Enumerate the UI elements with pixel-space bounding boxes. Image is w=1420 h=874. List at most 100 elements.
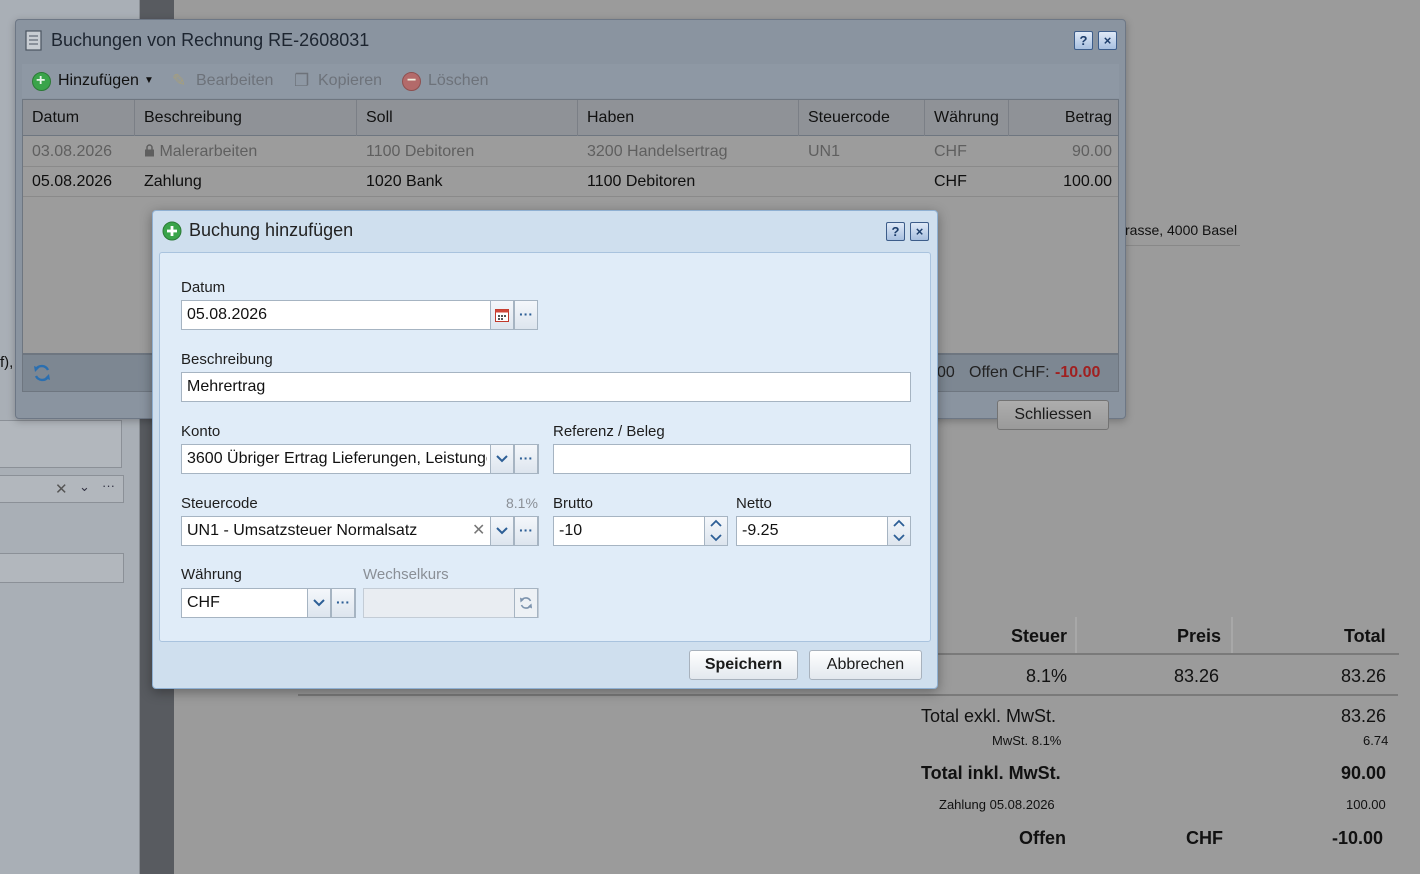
- more-icon: ···: [519, 306, 533, 322]
- netto-field[interactable]: -9.25: [736, 516, 911, 546]
- chevron-up-icon[interactable]: [893, 519, 905, 528]
- more-button[interactable]: ···: [514, 444, 538, 474]
- background-partial-text: f),: [0, 354, 14, 371]
- column-beschreibung[interactable]: Beschreibung: [135, 100, 357, 136]
- document-icon: [25, 30, 42, 51]
- mwst-label: MwSt. 8.1%: [992, 733, 1062, 748]
- column-soll[interactable]: Soll: [357, 100, 578, 136]
- refresh-icon[interactable]: [32, 363, 52, 383]
- more-button[interactable]: ···: [514, 516, 538, 546]
- brutto-field[interactable]: -10: [553, 516, 728, 546]
- more-icon: ···: [519, 522, 533, 538]
- table-body-rule: [298, 694, 1398, 696]
- column-betrag[interactable]: Betrag: [1009, 100, 1120, 136]
- calendar-button[interactable]: [490, 300, 514, 330]
- chevron-down-icon[interactable]: [893, 533, 905, 542]
- status-partial-text: 00: [937, 364, 955, 381]
- cell-steuercode: UN1: [808, 143, 841, 160]
- column-waehrung[interactable]: Währung: [925, 100, 1009, 136]
- beschreibung-value: Mehrertrag: [187, 378, 266, 395]
- cancel-button[interactable]: Abbrechen: [809, 650, 922, 680]
- konto-dropdown-button[interactable]: [490, 444, 514, 474]
- open-value: -10.00: [1332, 828, 1384, 848]
- close-button[interactable]: ×: [1098, 31, 1117, 50]
- brutto-label: Brutto: [553, 495, 594, 512]
- open-currency: CHF: [1186, 828, 1223, 848]
- payment-label: Zahlung 05.08.2026: [939, 797, 1055, 812]
- more-button[interactable]: ···: [331, 588, 355, 618]
- copy-icon: ❐: [294, 71, 310, 90]
- more-icon[interactable]: ···: [102, 478, 115, 493]
- pencil-icon: ✎: [172, 71, 187, 90]
- waehrung-dropdown-button[interactable]: [307, 588, 331, 618]
- refresh-rate-button[interactable]: [514, 588, 538, 618]
- lock-icon: [145, 144, 154, 157]
- dialog-form: Datum 05.08.2026 ··· Beschreibung Mehrer…: [159, 252, 931, 642]
- chevron-down-icon[interactable]: ⌄: [79, 479, 90, 495]
- copy-button[interactable]: ❐ Kopieren: [292, 64, 392, 98]
- chevron-up-icon[interactable]: [710, 519, 722, 528]
- datum-field[interactable]: 05.08.2026 ···: [181, 300, 538, 330]
- wechselkurs-label: Wechselkurs: [363, 566, 449, 583]
- cell-betrag: 100.00: [1063, 173, 1112, 190]
- customer-address: rasse, 4000 Basel: [1125, 222, 1238, 238]
- more-button[interactable]: ···: [514, 300, 538, 330]
- konto-combobox[interactable]: 3600 Übriger Ertrag Lieferungen, Leistun…: [181, 444, 539, 474]
- help-button[interactable]: ?: [886, 222, 905, 241]
- cell-beschreibung: Malerarbeiten: [135, 137, 257, 167]
- steuercode-combobox[interactable]: UN1 - Umsatzsteuer Normalsatz ✕ ···: [181, 516, 539, 546]
- cell-datum: 03.08.2026: [32, 143, 113, 160]
- netto-label: Netto: [736, 495, 772, 512]
- steuercode-value: UN1 - Umsatzsteuer Normalsatz: [187, 522, 418, 539]
- cell-betrag: 90.00: [1071, 143, 1112, 160]
- waehrung-label: Währung: [181, 566, 242, 583]
- waehrung-value: CHF: [187, 594, 220, 611]
- column-datum[interactable]: Datum: [23, 100, 135, 136]
- delete-label: Löschen: [428, 72, 489, 89]
- grid-header: Datum Beschreibung Soll Haben Steuercode…: [23, 100, 1118, 136]
- edit-label: Bearbeiten: [196, 72, 274, 89]
- payment-value: 100.00: [1346, 797, 1386, 812]
- plus-glyph: +: [36, 72, 46, 89]
- row-steuer: 8.1%: [1026, 666, 1068, 686]
- steuercode-dropdown-button[interactable]: [490, 516, 514, 546]
- mwst-value: 6.74: [1363, 733, 1389, 748]
- table-row[interactable]: 03.08.2026 Malerarbeiten 1100 Debitoren …: [23, 137, 1118, 167]
- cell-datum: 05.08.2026: [32, 173, 113, 190]
- datum-value: 05.08.2026: [187, 306, 268, 323]
- column-haben[interactable]: Haben: [578, 100, 799, 136]
- close-window-button[interactable]: Schliessen: [997, 400, 1109, 430]
- save-button[interactable]: Speichern: [689, 650, 798, 680]
- clear-icon[interactable]: ✕: [55, 480, 68, 498]
- netto-stepper[interactable]: [887, 516, 911, 546]
- add-button[interactable]: + Hinzufügen ▼: [30, 64, 160, 98]
- copy-label: Kopieren: [318, 72, 383, 89]
- address-underline: [1125, 245, 1240, 246]
- table-header-rule: [894, 653, 1399, 655]
- more-icon: ···: [336, 594, 350, 610]
- beschreibung-field[interactable]: Mehrertrag: [181, 372, 911, 402]
- total-incl-label: Total inkl. MwSt.: [921, 763, 1061, 783]
- chevron-down-icon[interactable]: [710, 533, 722, 542]
- waehrung-combobox[interactable]: CHF ···: [181, 588, 356, 618]
- brutto-stepper[interactable]: [704, 516, 728, 546]
- clear-icon[interactable]: ✕: [472, 517, 485, 545]
- referenz-field[interactable]: [553, 444, 911, 474]
- open-amount-value: -10.00: [1055, 364, 1101, 381]
- open-amount-label: Offen CHF:: [969, 364, 1050, 381]
- open-label: Offen: [1019, 828, 1066, 848]
- edit-button[interactable]: ✎ Bearbeiten: [170, 64, 280, 98]
- bookings-toolbar: + Hinzufügen ▼ ✎ Bearbeiten ❐ Kopieren −…: [22, 64, 1119, 98]
- total-excl-label: Total exkl. MwSt.: [921, 706, 1057, 726]
- add-icon: [162, 221, 182, 241]
- cell-waehrung: CHF: [934, 143, 967, 160]
- add-booking-dialog: Buchung hinzufügen ? × Datum 05.08.2026 …: [152, 210, 938, 689]
- table-row[interactable]: 05.08.2026 Zahlung 1020 Bank 1100 Debito…: [23, 167, 1118, 197]
- column-steuercode[interactable]: Steuercode: [799, 100, 925, 136]
- window-titlebar: Buchungen von Rechnung RE-2608031 ? ×: [16, 20, 1125, 62]
- chevron-down-icon: [496, 455, 508, 463]
- delete-button[interactable]: − Löschen: [402, 64, 502, 98]
- close-button[interactable]: ×: [910, 222, 929, 241]
- dialog-title: Buchung hinzufügen: [189, 220, 354, 240]
- help-button[interactable]: ?: [1074, 31, 1093, 50]
